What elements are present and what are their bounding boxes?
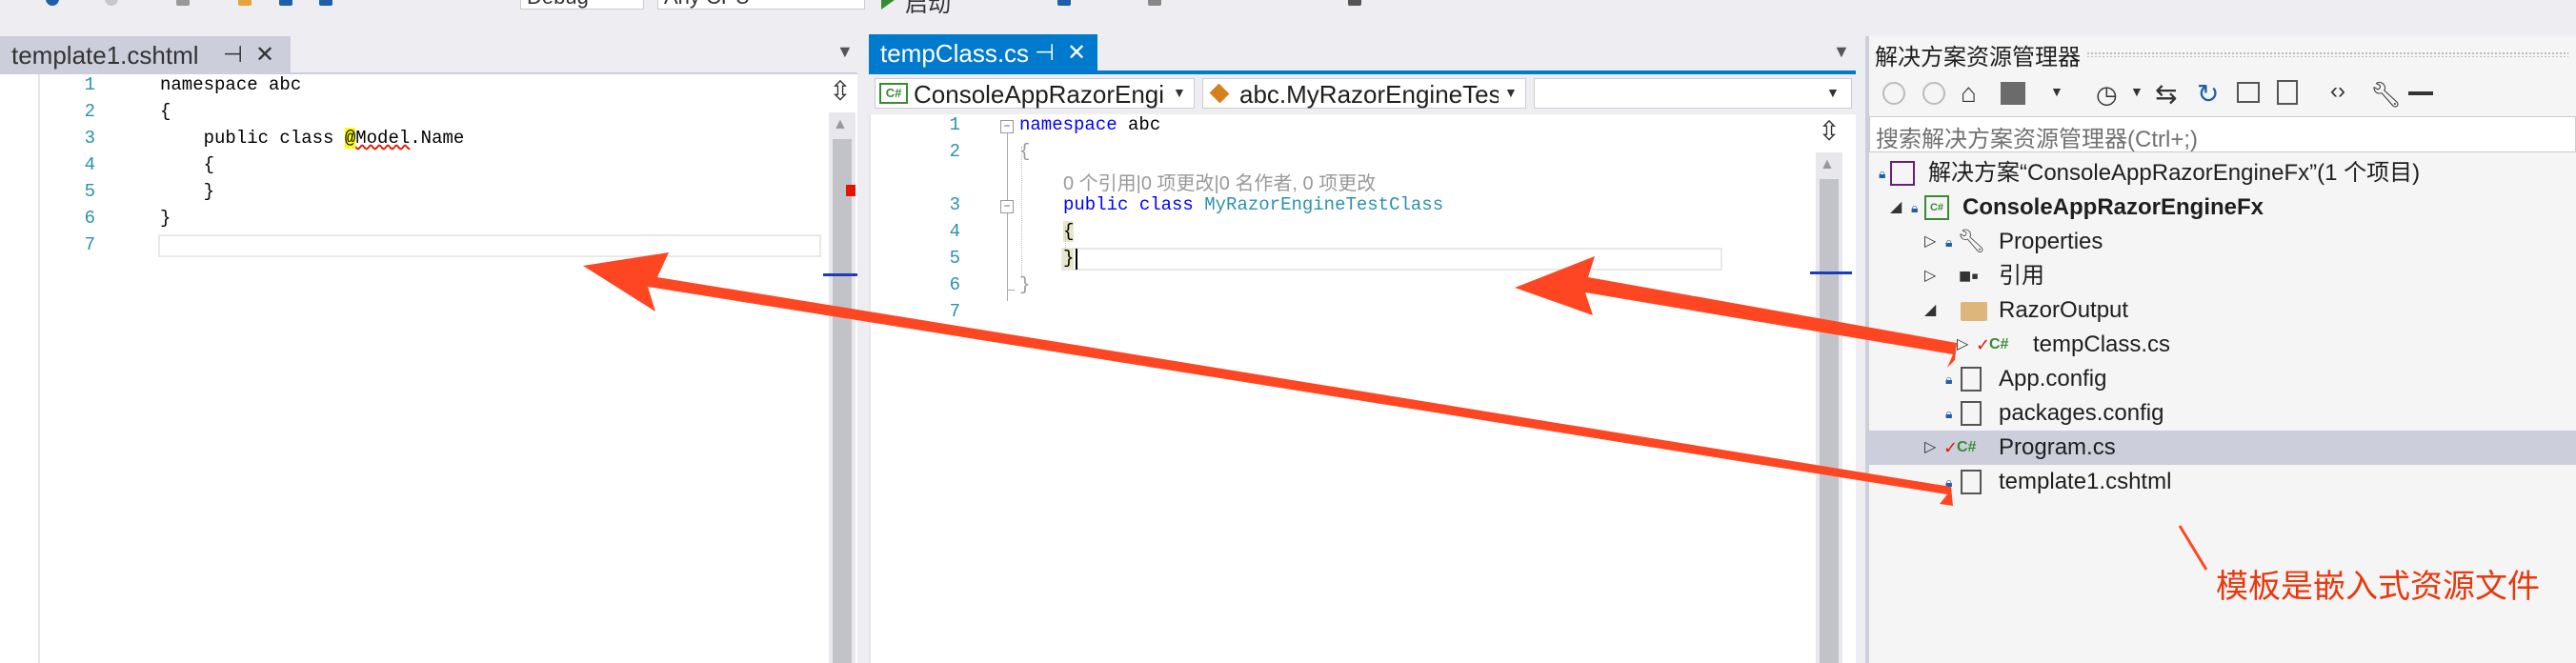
arrow-to-left-editor bbox=[583, 252, 1953, 506]
annotation-pointer-line bbox=[2178, 525, 2208, 571]
annotation-arrows bbox=[583, 252, 2208, 571]
arrow-to-right-editor bbox=[1515, 256, 1957, 368]
annotation-label: 模板是嵌入式资源文件 bbox=[2216, 569, 2540, 605]
